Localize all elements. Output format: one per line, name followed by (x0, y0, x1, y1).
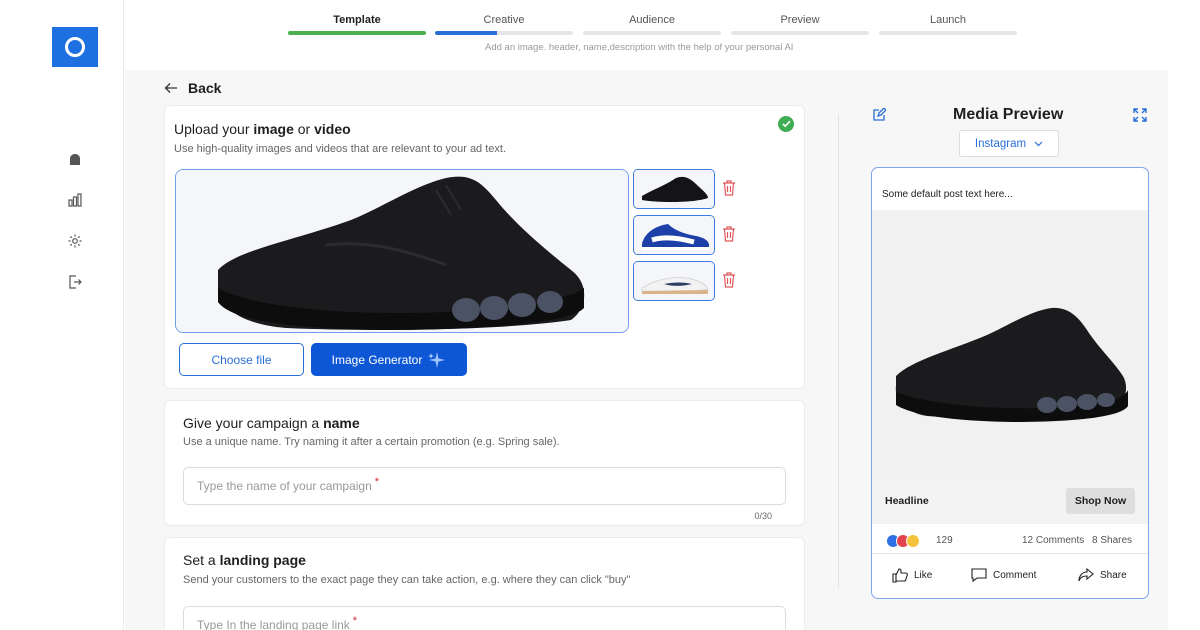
campaign-name-placeholder: Type the name of your campaign (197, 479, 372, 493)
campaign-name-card: Give your campaign a name Use a unique n… (164, 400, 805, 526)
step-launch[interactable]: Launch (879, 14, 1017, 35)
step-label: Audience (629, 14, 675, 26)
thumbs-up-icon (892, 568, 908, 583)
logout-icon[interactable] (66, 273, 84, 291)
home-icon[interactable] (66, 150, 84, 168)
comment-count[interactable]: 12 Comments (1022, 535, 1084, 546)
gear-icon[interactable] (66, 232, 84, 250)
post-text: Some default post text here... (882, 189, 1013, 200)
headline-bar: Headline Shop Now (872, 481, 1148, 524)
required-marker: * (374, 476, 380, 488)
back-label: Back (188, 80, 222, 96)
post-stats: 129 12 Comments 8 Shares (872, 528, 1148, 554)
thumbnail-white-shoe[interactable] (633, 261, 715, 301)
post-headline: Headline (885, 495, 929, 507)
media-preview-title: Media Preview (953, 106, 1064, 123)
image-generator-label: Image Generator (331, 352, 423, 367)
landing-page-placeholder: Type In the landing page link (197, 618, 350, 630)
comment-icon (971, 568, 987, 583)
landing-page-card: Set a landing page Send your customers t… (164, 537, 805, 630)
step-bar (879, 31, 1017, 35)
platform-label: Instagram (974, 137, 1027, 150)
like-label: Like (914, 570, 933, 581)
app-logo[interactable] (52, 27, 98, 67)
upload-title: Upload your image or video (174, 121, 351, 137)
sidebar (0, 0, 124, 630)
comment-label: Comment (993, 570, 1037, 581)
post-image (872, 210, 1148, 524)
platform-select[interactable]: Instagram (959, 130, 1059, 157)
chart-icon[interactable] (66, 191, 84, 209)
image-generator-button[interactable]: Image Generator (311, 343, 467, 376)
shop-now-button[interactable]: Shop Now (1066, 488, 1135, 514)
reaction-icons (886, 534, 920, 548)
campaign-title: Give your campaign a name (183, 415, 360, 431)
post-preview: Some default post text here... Headline … (871, 167, 1149, 599)
step-template[interactable]: Template (288, 14, 426, 35)
share-arrow-icon (1078, 568, 1094, 582)
step-audience[interactable]: Audience (583, 14, 721, 35)
sparkle-icon (428, 351, 446, 368)
upload-card: Upload your image or video Use high-qual… (164, 105, 805, 389)
step-creative[interactable]: Creative (435, 14, 573, 35)
share-action[interactable]: Share (1078, 568, 1127, 582)
campaign-name-input[interactable]: Type the name of your campaign * (183, 467, 786, 505)
delete-thumbnail-3-icon[interactable] (721, 271, 737, 289)
step-bar (583, 31, 721, 35)
share-label: Share (1100, 569, 1127, 581)
delete-thumbnail-2-icon[interactable] (721, 225, 737, 243)
main-image-preview[interactable] (175, 169, 629, 333)
share-count[interactable]: 8 Shares (1092, 535, 1132, 546)
back-button[interactable]: Back (164, 80, 221, 96)
expand-icon[interactable] (1133, 108, 1147, 122)
panel-divider (838, 115, 839, 588)
landing-description: Send your customers to the exact page th… (183, 574, 631, 586)
landing-title: Set a landing page (183, 552, 306, 568)
arrow-left-icon (164, 83, 177, 93)
upload-description: Use high-quality images and videos that … (174, 143, 507, 155)
stepper-hint: Add an image. header, name,description w… (485, 42, 794, 53)
like-action[interactable]: Like (892, 568, 932, 583)
comment-action[interactable]: Comment (971, 568, 1036, 583)
step-label: Template (333, 14, 381, 26)
delete-thumbnail-1-icon[interactable] (721, 179, 737, 197)
step-bar (435, 31, 573, 35)
step-bar (731, 31, 869, 35)
step-label: Preview (780, 14, 820, 26)
step-bar (288, 31, 426, 35)
edit-icon[interactable] (872, 107, 887, 122)
thumbnail-blue-shoe[interactable] (633, 215, 715, 255)
choose-file-button[interactable]: Choose file (179, 343, 304, 376)
haha-reaction-icon (906, 534, 920, 548)
landing-page-input[interactable]: Type In the landing page link * (183, 606, 786, 630)
character-counter: 0/30 (754, 511, 772, 521)
reaction-count: 129 (936, 535, 953, 546)
campaign-description: Use a unique name. Try naming it after a… (183, 436, 560, 448)
required-marker: * (352, 615, 358, 627)
check-icon (778, 116, 794, 132)
step-preview[interactable]: Preview (731, 14, 869, 35)
chevron-down-icon (1034, 141, 1043, 146)
step-label: Launch (929, 14, 967, 26)
thumbnail-black-shoe[interactable] (633, 169, 715, 209)
step-label: Creative (483, 14, 525, 26)
